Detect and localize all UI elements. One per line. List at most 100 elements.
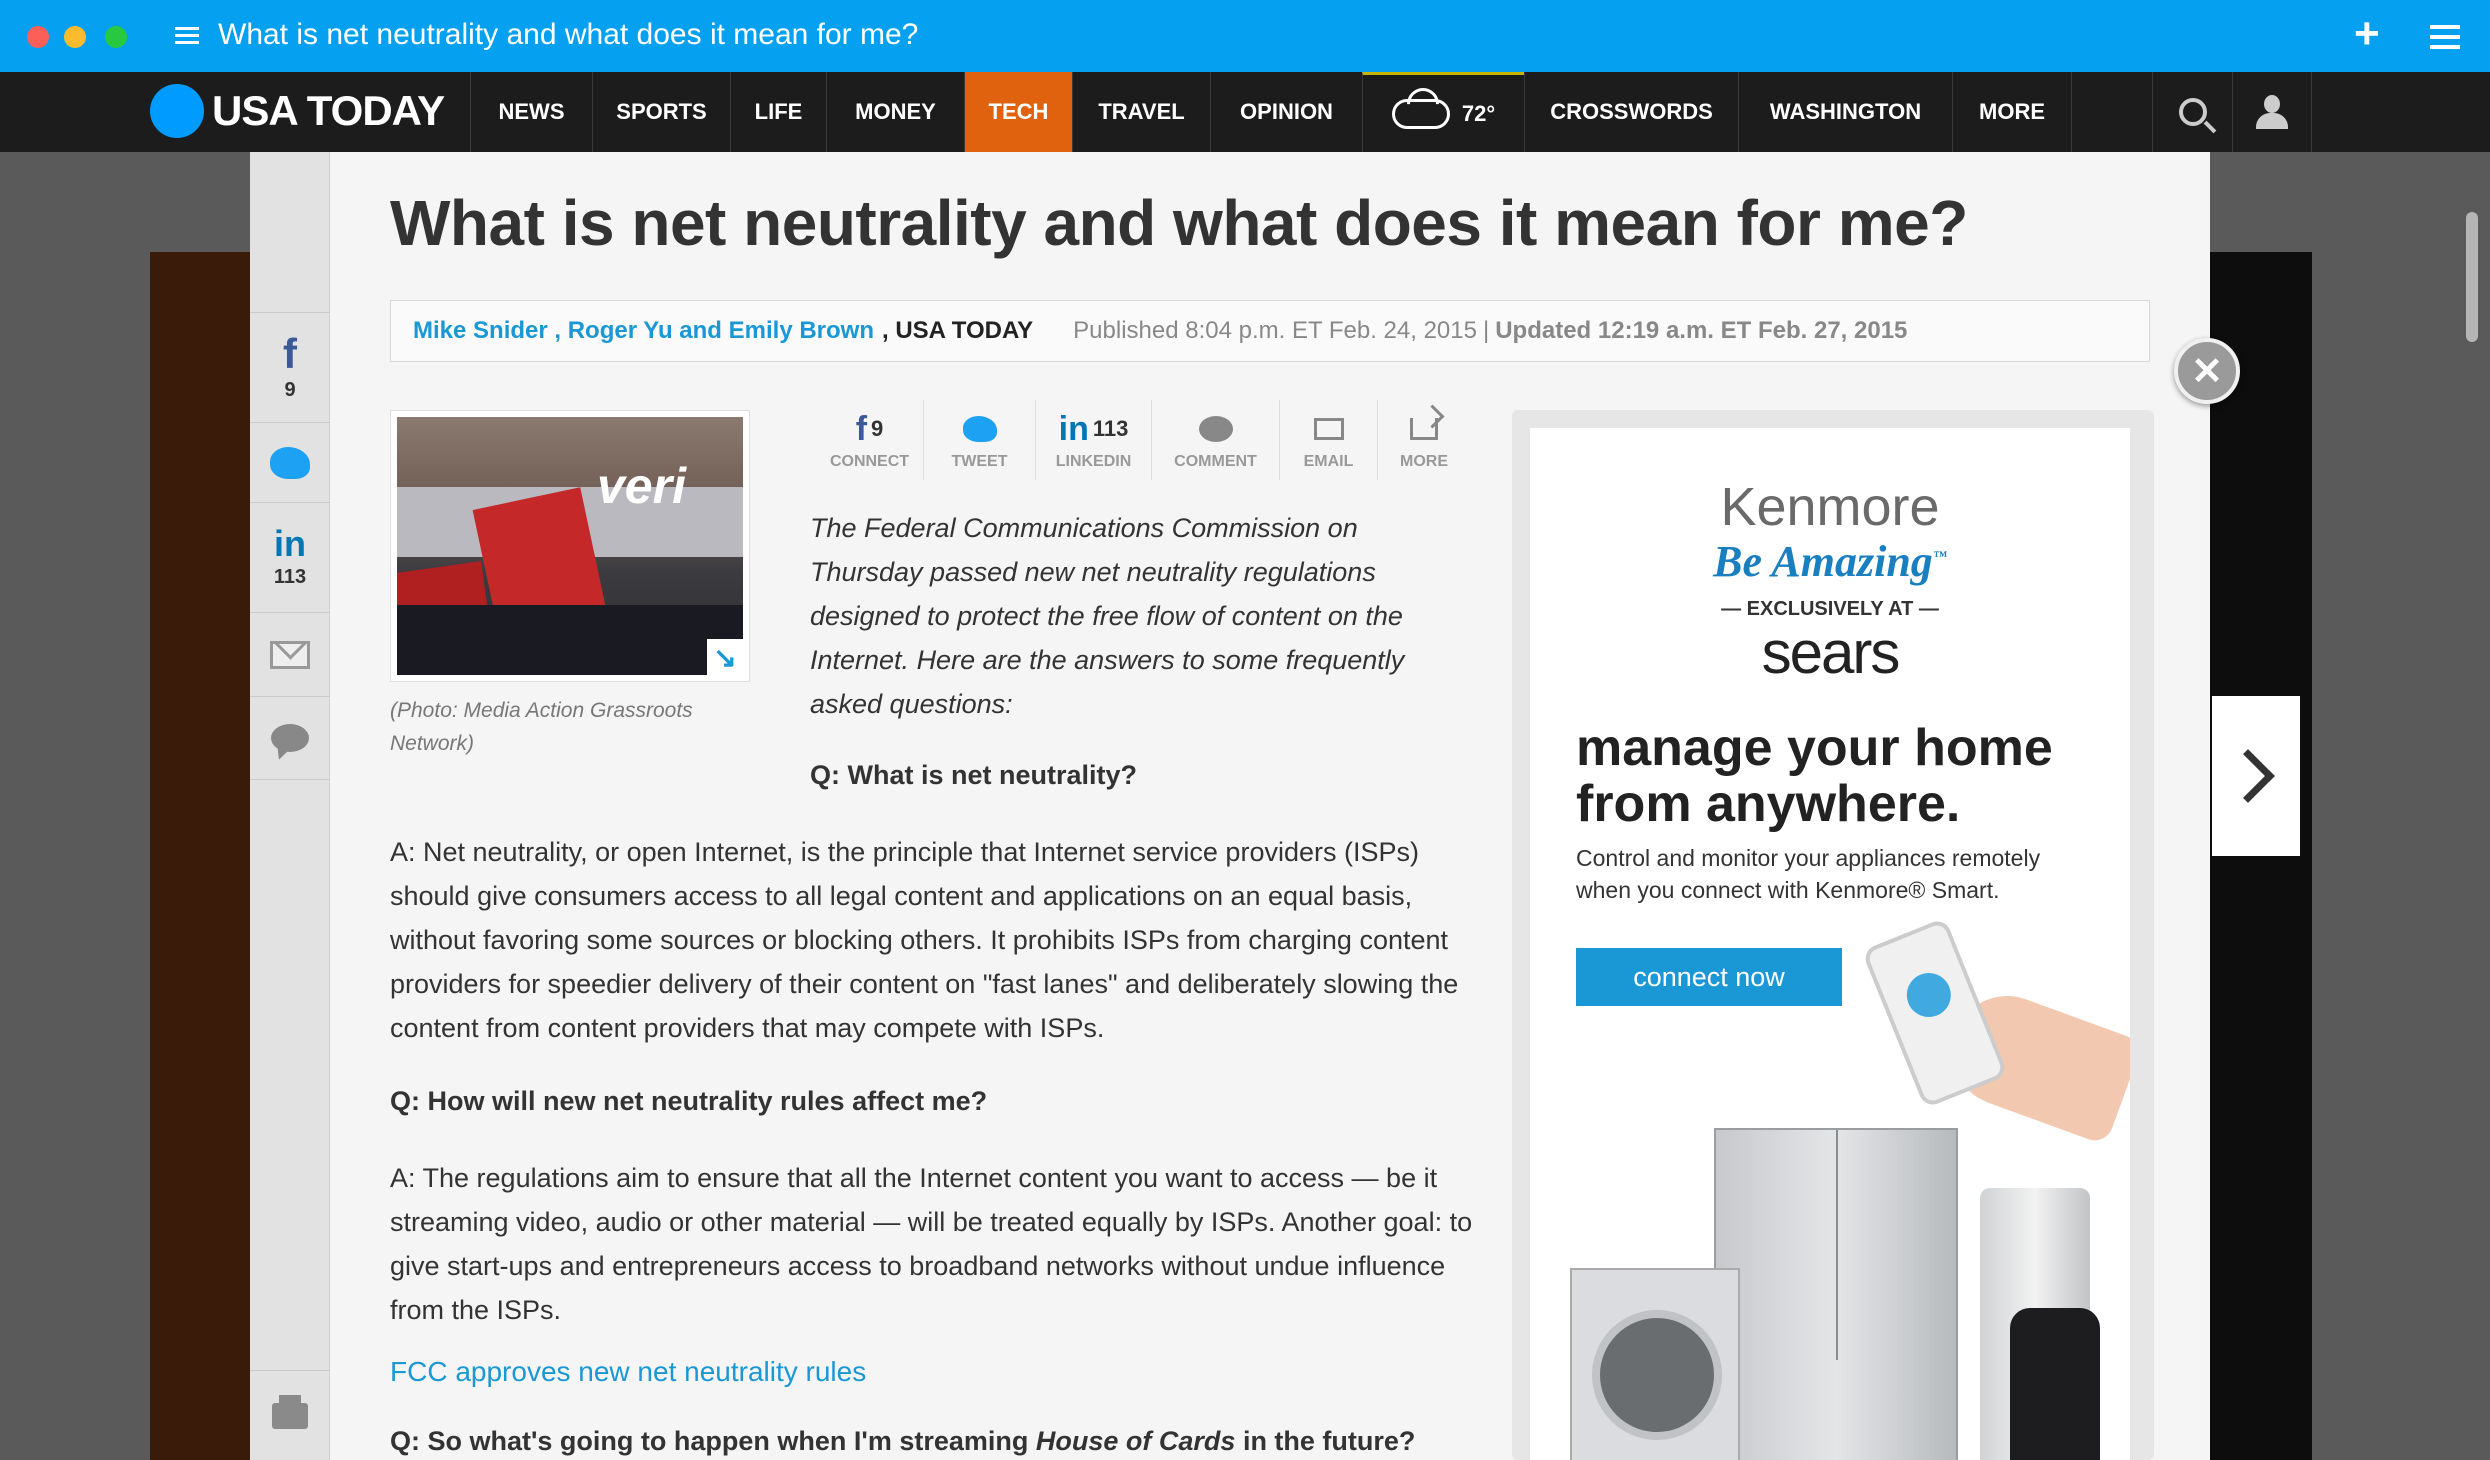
close-article-button[interactable]: ✕ bbox=[2174, 338, 2240, 404]
new-tab-button[interactable]: + bbox=[2354, 12, 2380, 56]
rail-print[interactable] bbox=[250, 1370, 330, 1460]
facebook-icon: f bbox=[855, 410, 868, 448]
photo-image: veri bbox=[397, 417, 743, 675]
twitter-icon bbox=[270, 446, 310, 479]
window-title: What is net neutrality and what does it … bbox=[218, 18, 919, 51]
rail-linkedin[interactable]: in 113 bbox=[250, 502, 330, 612]
nav-item-news[interactable]: NEWS bbox=[470, 72, 592, 152]
expand-photo-icon[interactable]: ↘ bbox=[707, 639, 743, 675]
share-toolbar: f9 CONNECT TWEET in 113 LINKEDIN COMMENT … bbox=[816, 400, 1470, 480]
ad-washer-door bbox=[1592, 1310, 1722, 1440]
byline-separator: | bbox=[1482, 317, 1490, 344]
logo-dot-icon bbox=[150, 84, 204, 138]
article-summary: The Federal Communications Commission on… bbox=[810, 513, 1405, 719]
nav-item-opinion[interactable]: OPINION bbox=[1210, 72, 1362, 152]
logo-text: USA TODAY bbox=[212, 87, 445, 134]
share-email-label: EMAIL bbox=[1303, 453, 1354, 470]
rail-comment[interactable] bbox=[250, 696, 330, 780]
cloud-icon bbox=[1391, 98, 1450, 129]
rail-email[interactable] bbox=[250, 612, 330, 696]
ad-body: Control and monitor your appliances remo… bbox=[1576, 845, 2041, 903]
share-comment[interactable]: COMMENT bbox=[1152, 400, 1280, 480]
nav-item-more[interactable]: MORE bbox=[1952, 72, 2072, 152]
ad-tagline-mark: ™ bbox=[1932, 549, 1947, 565]
background-left-panel bbox=[150, 252, 250, 1460]
photo-sign: veri bbox=[597, 458, 686, 514]
rail-facebook[interactable]: f 9 bbox=[250, 312, 330, 422]
share-tweet-label: TWEET bbox=[951, 453, 1008, 470]
question-1: Q: What is net neutrality? bbox=[810, 760, 1138, 790]
published-timestamp: Published 8:04 p.m. ET Feb. 24, 2015 bbox=[1073, 317, 1477, 344]
email-icon bbox=[1313, 418, 1344, 440]
account-button[interactable] bbox=[2232, 72, 2312, 152]
hamburger-menu-icon[interactable] bbox=[2430, 25, 2460, 55]
usatoday-logo[interactable]: USA TODAY bbox=[150, 84, 445, 138]
updated-timestamp: Updated 12:19 a.m. ET Feb. 27, 2015 bbox=[1495, 317, 1908, 344]
ad-tagline: Be Amazing™ bbox=[1530, 536, 2130, 587]
share-linkedin-label: LINKEDIN bbox=[1055, 453, 1132, 470]
linkedin-count: 113 bbox=[273, 566, 307, 588]
twitter-icon bbox=[962, 416, 997, 442]
related-link-fcc-rules[interactable]: FCC approves new net neutrality rules bbox=[390, 1356, 866, 1388]
search-icon bbox=[2178, 98, 2207, 126]
ad-brand: Kenmore bbox=[1720, 477, 1940, 537]
nav-item-life[interactable]: LIFE bbox=[730, 72, 826, 152]
share-linkedin[interactable]: in 113 LINKEDIN bbox=[1036, 400, 1152, 480]
answer-2: A: The regulations aim to ensure that al… bbox=[390, 1163, 1473, 1325]
ad-refrigerator-image bbox=[1714, 1128, 1958, 1460]
photo-caption: (Photo: Media Action Grassroots Network) bbox=[390, 699, 693, 755]
linkedin-icon: in bbox=[274, 523, 306, 564]
ad-connect-button[interactable]: connect now bbox=[1576, 948, 1842, 1006]
advertisement[interactable]: Kenmore Be Amazing™ — EXCLUSIVELY AT — s… bbox=[1530, 428, 2130, 1460]
facebook-icon: f bbox=[283, 330, 297, 377]
user-icon bbox=[2256, 95, 2288, 129]
question-3-start: Q: So what's going to happen when I'm st… bbox=[390, 1426, 1036, 1456]
nav-item-sports[interactable]: SPORTS bbox=[592, 72, 730, 152]
site-nav: USA TODAY NEWS SPORTS LIFE MONEY TECH TR… bbox=[0, 72, 2490, 152]
connect-count: 9 bbox=[871, 416, 884, 441]
scrollbar-thumb[interactable] bbox=[2466, 212, 2478, 342]
minimize-window-button[interactable] bbox=[64, 26, 86, 48]
byline-outlet: , USA TODAY bbox=[882, 317, 1034, 344]
share-connect-label: CONNECT bbox=[829, 453, 910, 470]
window-titlebar: What is net neutrality and what does it … bbox=[0, 0, 2490, 72]
next-article-button[interactable] bbox=[2212, 696, 2300, 856]
nav-item-crosswords[interactable]: CROSSWORDS bbox=[1524, 72, 1738, 152]
ad-retailer: sears bbox=[1761, 619, 1901, 686]
comment-icon bbox=[271, 724, 309, 752]
ad-headline: manage your home from anywhere. bbox=[1576, 719, 2053, 833]
ad-fridge-door-split bbox=[1836, 1130, 1838, 1360]
zoom-window-button[interactable] bbox=[105, 26, 127, 48]
byline: Mike Snider , Roger Yu and Emily Brown ,… bbox=[390, 300, 2150, 362]
chevron-right-icon bbox=[2221, 749, 2275, 803]
share-email[interactable]: EMAIL bbox=[1280, 400, 1378, 480]
search-button[interactable] bbox=[2152, 72, 2232, 152]
nav-item-money[interactable]: MONEY bbox=[826, 72, 964, 152]
nav-item-travel[interactable]: TRAVEL bbox=[1072, 72, 1210, 152]
article-photo[interactable]: veri ↘ bbox=[390, 410, 750, 682]
question-3-title: House of Cards bbox=[1035, 1426, 1236, 1456]
ad-washer-image bbox=[1570, 1268, 1740, 1460]
photo-crowd bbox=[397, 605, 743, 675]
close-window-button[interactable] bbox=[27, 26, 49, 48]
share-rail: f 9 in 113 bbox=[250, 152, 330, 1460]
nav-item-tech[interactable]: TECH bbox=[964, 72, 1072, 152]
share-more-icon bbox=[1410, 418, 1438, 440]
nav-item-washington[interactable]: WASHINGTON bbox=[1738, 72, 1952, 152]
share-connect[interactable]: f9 CONNECT bbox=[816, 400, 924, 480]
background-right-panel bbox=[2210, 252, 2312, 1460]
rail-twitter[interactable] bbox=[250, 422, 330, 502]
nav-weather[interactable]: 72° bbox=[1362, 72, 1524, 152]
question-2: Q: How will new net neutrality rules aff… bbox=[390, 1086, 988, 1116]
linkedin-icon: in bbox=[1058, 410, 1089, 448]
ad-phone-screen bbox=[1900, 966, 1958, 1024]
comment-icon bbox=[1198, 416, 1233, 442]
document-icon bbox=[175, 27, 199, 47]
question-3-end: in the future? bbox=[1235, 1426, 1416, 1456]
share-more[interactable]: MORE bbox=[1378, 400, 1470, 480]
print-icon bbox=[272, 1394, 308, 1429]
byline-authors[interactable]: Mike Snider , Roger Yu and Emily Brown bbox=[413, 317, 874, 345]
facebook-count: 9 bbox=[284, 379, 296, 401]
ad-water-softener-image bbox=[2010, 1308, 2100, 1460]
share-tweet[interactable]: TWEET bbox=[924, 400, 1036, 480]
